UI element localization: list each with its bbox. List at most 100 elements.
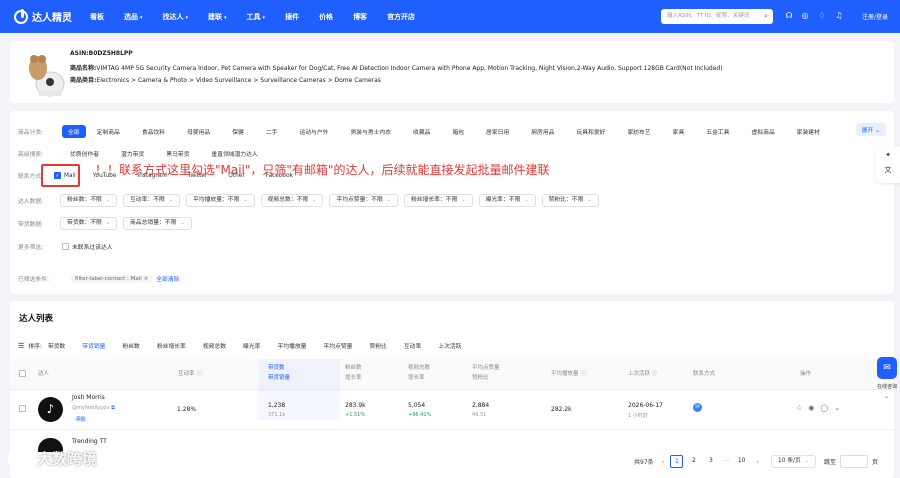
more-icon[interactable]: ⌄ [834,404,846,412]
creator-avatar[interactable]: ♪ [38,397,63,422]
th-videos-growth[interactable]: 增长率 [408,374,425,382]
th-last-active[interactable]: 上次活跃 ⓘ [628,370,657,378]
bell-icon[interactable]: ♫ [834,11,844,21]
filter-select[interactable]: 粉丝数：不限 ⌄ [60,194,117,207]
nav-item-4[interactable]: 工具 ▾ [237,12,276,22]
quality-chip[interactable]: 垂直领域潜力达人 [200,149,268,158]
selected-filter-tag[interactable]: filter-label-contact : Mail × [71,274,153,283]
category-chip[interactable]: 箱包 [441,127,475,136]
next-page-icon[interactable]: › [756,458,759,466]
creator-handle[interactable]: @myfamilypov ⧉ [72,405,115,411]
page-10-button[interactable]: 10 [735,455,749,468]
search-icon[interactable]: ⌕ [764,9,768,24]
filter-select[interactable]: 互动率：不限 ⌄ [123,194,180,207]
nav-item-3[interactable]: 建联 ▾ [198,12,237,22]
category-chip[interactable]: 二手 [255,127,289,136]
category-chip[interactable]: 居家日用 [475,127,520,136]
filter-select[interactable]: 平均播放量：不限 ⌄ [186,194,255,207]
copy-icon[interactable]: ⧉ [111,405,115,411]
nav-item-2[interactable]: 找达人 ▾ [153,12,199,22]
table-row[interactable]: Trending TT [10,430,894,452]
creator-name[interactable]: Trending TT [72,438,107,445]
collapse-icon[interactable]: ⌄ [884,393,889,400]
filter-select[interactable]: 粉丝增长率：不限 ⌄ [403,194,473,207]
sort-option[interactable]: 视频总数 [203,341,226,350]
sort-option[interactable]: 带货销量 [82,341,105,350]
clear-all-button[interactable]: 全部清除 [156,274,179,283]
category-chip[interactable]: 男装与男士内衣 [339,127,402,136]
category-chip[interactable]: 保健 [221,127,255,136]
nav-item-7[interactable]: 博客 [343,12,377,22]
translate-icon[interactable]: 文 [876,165,900,175]
row-checkbox[interactable] [19,405,26,412]
th-engagement[interactable]: 互动率 ⓘ [178,370,202,378]
sparkle-icon[interactable]: ✦ [876,151,900,159]
filter-select[interactable]: 曝光率：不限 ⌄ [478,194,536,207]
th-likes[interactable]: 平均点赞量 [472,364,500,372]
quality-chip[interactable]: 优质创作者 [59,149,110,158]
chat-label[interactable]: 在线咨询 [877,383,897,390]
close-icon[interactable]: × [144,276,149,282]
register-login-link[interactable]: 注册/登录 [862,12,888,21]
category-chip[interactable]: 定制商品 [86,127,131,136]
headset-icon[interactable]: ☊ [784,11,794,21]
sort-option[interactable]: 上次活跃 [438,341,461,350]
th-avg-play[interactable]: 平均播放量 ⓘ [551,370,586,378]
page-3-button[interactable]: 3 [704,455,718,468]
app-logo[interactable]: 达人精灵 [14,8,80,24]
sort-option[interactable]: 带货数 [48,341,65,350]
category-chip[interactable]: 运动与户外 [288,127,339,136]
eye-icon[interactable]: ◉ [808,404,820,412]
nav-item-8[interactable]: 官方开店 [377,12,425,22]
category-chip[interactable]: 母婴用品 [176,127,221,136]
mail-contact-icon[interactable]: ✉ [693,403,702,412]
nav-item-0[interactable]: 看板 [80,12,114,22]
category-chip[interactable]: 厨房用品 [520,127,565,136]
quality-chip[interactable]: 潜力带货 [110,149,155,158]
creator-name[interactable]: Josh Morris [72,394,105,401]
th-followers[interactable]: 粉丝数 [345,364,362,372]
bulb-icon[interactable]: ♢ [817,11,827,21]
filter-select[interactable]: 平均点赞量：不限 ⌄ [329,194,398,207]
sort-option[interactable]: 粉丝增长率 [157,341,186,350]
sort-option[interactable]: 互动率 [404,341,421,350]
category-chip[interactable]: 家纺布艺 [616,127,661,136]
expand-button[interactable]: 展开 ⌄ [855,123,886,136]
category-chip[interactable]: 玩具和爱好 [565,127,616,136]
message-icon[interactable]: ◯ [820,404,834,412]
th-followers-growth[interactable]: 增长率 [345,374,362,382]
page-2-button[interactable]: 2 [687,455,701,468]
select-all-checkbox[interactable] [19,370,26,377]
nav-item-5[interactable]: 插件 [275,12,309,22]
category-chip[interactable]: 家具 [662,127,696,136]
sort-option[interactable]: 曝光率 [243,341,260,350]
nav-item-6[interactable]: 价格 [309,12,343,22]
category-chip[interactable]: 虚拟商品 [740,127,785,136]
filter-select[interactable]: 视频总数：不限 ⌄ [260,194,324,207]
table-row[interactable]: ♪ Josh Morris @myfamilypov ⧉ 美国 1.28% 1,… [10,390,894,430]
chat-icon[interactable]: ✉ [877,357,897,379]
star-icon[interactable]: ☆ [796,404,808,412]
th-like-ratio[interactable]: 赞粉比 [472,374,489,382]
page-1-button[interactable]: 1 [670,455,684,468]
th-videos[interactable]: 视频总数 [408,364,430,372]
nav-item-1[interactable]: 选品 ▾ [114,12,153,22]
prev-page-icon[interactable]: ‹ [662,458,665,466]
filter-select[interactable]: 商品总销量：不限 ⌄ [123,217,192,230]
category-chip[interactable]: 全部 [62,125,86,138]
page-ellipsis[interactable]: ··· [723,458,729,465]
not-contacted-checkbox[interactable]: 未联系过该达人 [62,242,113,251]
goto-page-input[interactable] [840,455,868,468]
sort-option[interactable]: 粉丝数 [122,341,139,350]
sort-option[interactable]: 平均播放量 [277,341,306,350]
sort-option[interactable]: 平均点赞量 [323,341,352,350]
category-chip[interactable]: 五金工具 [695,127,740,136]
filter-select[interactable]: 赞粉比：不限 ⌄ [541,194,599,207]
sort-option[interactable]: 赞粉比 [369,341,386,350]
globe-icon[interactable]: ◎ [800,11,810,21]
category-chip[interactable]: 食品饮料 [131,127,176,136]
search-input[interactable]: 输入ASIN、TT ID、昵称、关键词 ⌕ [661,9,773,24]
page-size-select[interactable]: 10 条/页 ⌄ [771,455,816,468]
category-chip[interactable]: 家装建材 [786,127,831,136]
filter-select[interactable]: 带货数：不限 ⌄ [60,217,117,230]
